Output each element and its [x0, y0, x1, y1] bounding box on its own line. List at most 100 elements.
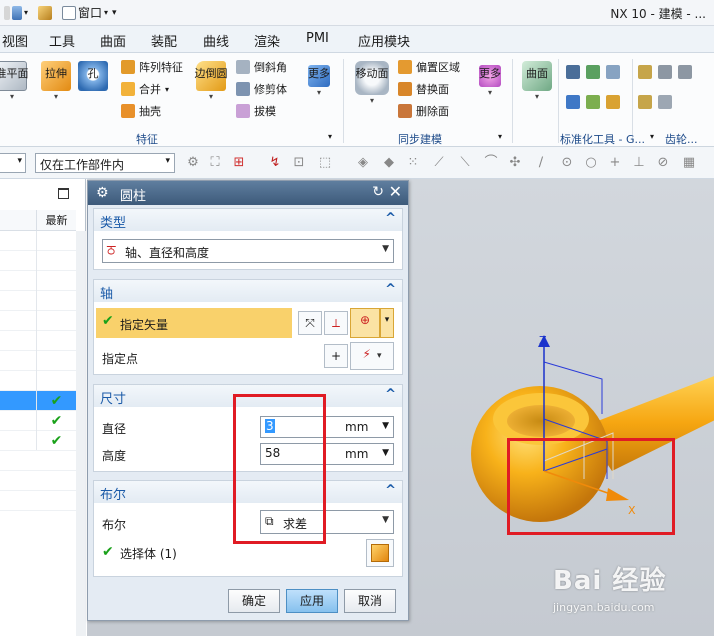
edge-blend-button[interactable]: 边倒圆 ▾ — [192, 61, 230, 101]
gc-tool-icon[interactable] — [586, 95, 600, 109]
measure-icon[interactable] — [38, 5, 53, 20]
window-stack-icon[interactable] — [12, 5, 22, 20]
window-menu-dropdown-icon[interactable]: ▾ — [104, 8, 108, 17]
snap-line-icon[interactable]: ∕ — [534, 156, 548, 170]
gc-tool-icon[interactable] — [606, 65, 620, 79]
sync-group-dropdown-icon[interactable]: ▾ — [498, 132, 502, 141]
navigator-row[interactable] — [0, 451, 76, 471]
more-features-button[interactable]: 更多 ▾ — [302, 61, 336, 97]
gear-tool-icon[interactable] — [638, 65, 652, 79]
snap-center-icon[interactable]: ⊙ — [560, 156, 574, 170]
navigator-row[interactable]: ✔ — [0, 411, 76, 431]
snap-control-icon[interactable]: ⟍ — [458, 156, 472, 170]
navigator-row[interactable] — [0, 311, 76, 331]
navigator-row[interactable] — [0, 331, 76, 351]
menu-pmi[interactable]: PMI — [306, 31, 329, 46]
ok-button[interactable]: 确定 — [228, 589, 280, 613]
draft-button[interactable]: 拔模 — [236, 103, 276, 119]
snap-intersection-icon[interactable]: ✣ — [508, 156, 522, 170]
move-face-button[interactable]: 移动面 ▾ — [352, 61, 392, 105]
snap-on-face-icon[interactable]: ⊘ — [656, 156, 670, 170]
specify-vector-row[interactable]: ✔ 指定矢量 — [96, 308, 292, 338]
snap-quadrant-icon[interactable]: ○ — [584, 156, 598, 170]
diameter-unit-select[interactable]: mm ▼ — [324, 416, 394, 438]
navigator-row[interactable] — [0, 351, 76, 371]
gear-tool-icon[interactable] — [638, 95, 652, 109]
pattern-feature-button[interactable]: 阵列特征 — [121, 59, 183, 75]
inferred-vector-icon[interactable]: ⊕ — [350, 308, 380, 338]
column-latest[interactable]: 最新 — [36, 210, 76, 231]
pick-face-icon[interactable]: ◆ — [382, 156, 396, 170]
axis-section-header[interactable]: 轴 ^ — [94, 280, 402, 302]
select-body-button[interactable] — [366, 539, 394, 567]
menu-curve[interactable]: 曲线 — [203, 31, 229, 50]
navigator-row[interactable] — [0, 431, 76, 451]
maximize-icon[interactable] — [58, 188, 69, 199]
more-sync-button[interactable]: 更多 ▾ — [474, 61, 506, 97]
navigator-row[interactable] — [0, 491, 76, 511]
navigator-row[interactable] — [0, 291, 76, 311]
gear-tool-icon[interactable] — [658, 65, 672, 79]
type-section-header[interactable]: 类型 ^ — [94, 209, 402, 231]
cancel-button[interactable]: 取消 — [344, 589, 396, 613]
type-filter-select[interactable]: ▾ — [0, 153, 26, 173]
menu-surface[interactable]: 曲面 — [100, 31, 126, 50]
selection-scope-select[interactable]: 仅在工作部件内 ▾ — [35, 153, 175, 173]
vector-dialog-icon[interactable]: ⟂ — [324, 311, 348, 335]
snap-grid-icon[interactable]: ▦ — [682, 156, 696, 170]
replace-face-button[interactable]: 替换面 — [398, 81, 449, 97]
navigator-scrollbar[interactable] — [76, 231, 86, 636]
pick-body-icon[interactable]: ◈ — [356, 156, 370, 170]
window-menu-icon[interactable] — [62, 5, 77, 20]
snap-arc-icon[interactable]: ⌒ — [484, 156, 498, 170]
close-icon[interactable]: ✕ — [389, 182, 402, 201]
general-selection-icon[interactable]: ⛶ — [208, 156, 222, 170]
surface-button[interactable]: 曲面 ▾ — [520, 61, 554, 101]
navigator-row[interactable] — [0, 251, 76, 271]
gear-tool-icon[interactable] — [678, 65, 692, 79]
features-group-dropdown-icon[interactable]: ▾ — [328, 132, 332, 141]
datum-plane-button[interactable]: 准平面 ▾ — [0, 61, 30, 101]
snap-midpoint-icon[interactable]: ⟋ — [432, 156, 446, 170]
offset-region-button[interactable]: 偏置区域 — [398, 59, 460, 75]
vector-type-dropdown-icon[interactable]: ▾ — [380, 308, 394, 338]
trim-body-button[interactable]: 修剪体 — [236, 81, 287, 97]
navigator-row[interactable] — [0, 271, 76, 291]
stack-dropdown-icon[interactable]: ▾ — [24, 8, 28, 17]
reset-icon[interactable]: ↻ — [372, 184, 384, 200]
window-menu[interactable]: 窗口 — [78, 4, 102, 21]
delete-face-button[interactable]: 删除面 — [398, 103, 449, 119]
menu-render[interactable]: 渲染 — [254, 31, 280, 50]
extrude-button[interactable]: 拉伸 ▾ — [38, 61, 74, 101]
menu-assembly[interactable]: 装配 — [151, 31, 177, 50]
height-unit-select[interactable]: mm ▼ — [324, 443, 394, 465]
menu-view[interactable]: 视图 — [2, 31, 28, 50]
assembly-filter-icon[interactable]: ⚙ — [186, 156, 200, 170]
menu-tools[interactable]: 工具 — [49, 31, 75, 50]
chamfer-button[interactable]: 倒斜角 — [236, 59, 287, 75]
apply-button[interactable]: 应用 — [286, 589, 338, 613]
gc-tool-icon[interactable] — [566, 95, 580, 109]
standardization-group-dropdown-icon[interactable]: ▾ — [650, 132, 654, 141]
navigator-row[interactable]: ✔ — [0, 391, 76, 411]
reverse-direction-icon[interactable]: ⤧ — [298, 311, 322, 335]
gc-tool-icon[interactable] — [586, 65, 600, 79]
show-hide-icon[interactable]: ⊡ — [292, 156, 306, 170]
menu-application[interactable]: 应用模块 — [358, 31, 410, 50]
gear-tool-icon[interactable] — [658, 95, 672, 109]
cylinder-type-select[interactable]: ਠ 轴、直径和高度 ▼ — [102, 239, 394, 263]
snap-endpoint-icon[interactable]: ⁙ — [406, 156, 420, 170]
unite-button[interactable]: 合并 ▾ — [121, 81, 169, 97]
navigator-row[interactable] — [0, 471, 76, 491]
gc-tool-icon[interactable] — [566, 65, 580, 79]
box-select-icon[interactable]: ⬚ — [318, 156, 332, 170]
snap-on-curve-icon[interactable]: ⊥ — [632, 156, 646, 170]
navigator-row[interactable] — [0, 231, 76, 251]
shell-button[interactable]: 抽壳 — [121, 103, 161, 119]
snap-existing-point-icon[interactable]: + — [608, 156, 622, 170]
select-body-label[interactable]: 选择体 (1) — [120, 545, 177, 562]
inferred-point-icon[interactable]: ⚡ ▾ — [350, 342, 394, 370]
gc-tool-icon[interactable] — [606, 95, 620, 109]
select-curve-icon[interactable]: ↯ — [268, 156, 282, 170]
snap-point-icon[interactable]: ⊞ — [232, 156, 246, 170]
